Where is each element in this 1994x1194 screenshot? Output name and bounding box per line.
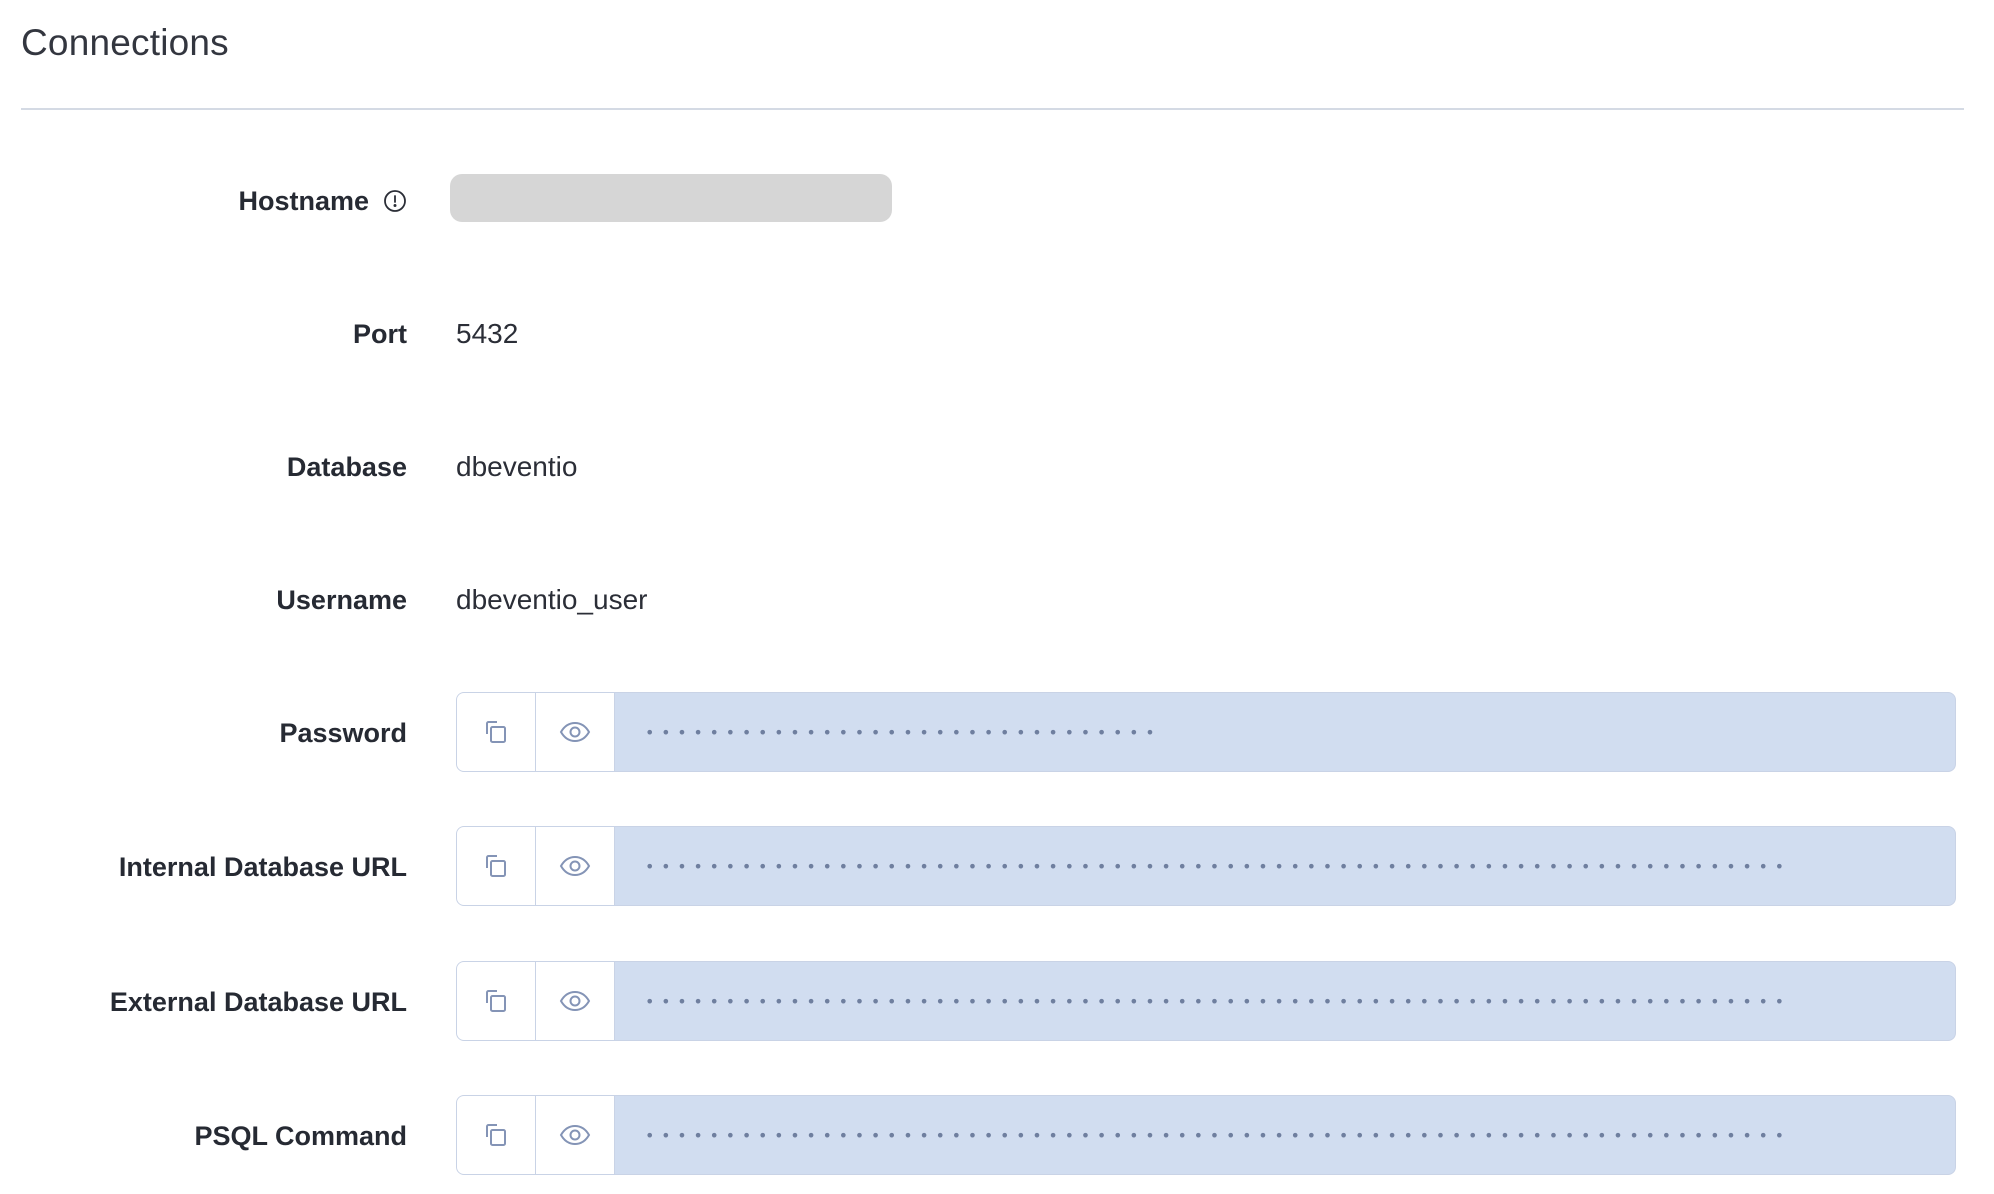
password-secret-field: •••••••••••••••••••••••••••••••• bbox=[456, 692, 1956, 772]
copy-icon bbox=[486, 990, 506, 1012]
psql-command-row: PSQL Command •••••••••••••••••••••••••••… bbox=[0, 1095, 1994, 1177]
external-url-masked-value: ••••••••••••••••••••••••••••••••••••••••… bbox=[645, 991, 1791, 1011]
eye-icon bbox=[559, 721, 591, 743]
copy-icon bbox=[486, 1124, 506, 1146]
eye-icon bbox=[559, 1124, 591, 1146]
hostname-label: Hostname bbox=[238, 160, 407, 242]
copy-icon bbox=[486, 721, 506, 743]
external-url-reveal-button[interactable] bbox=[536, 962, 615, 1040]
psql-command-reveal-button[interactable] bbox=[536, 1096, 615, 1174]
database-label: Database bbox=[286, 451, 407, 482]
username-row: Username dbeventio_user bbox=[0, 559, 1994, 641]
psql-command-copy-button[interactable] bbox=[457, 1096, 536, 1174]
password-copy-button[interactable] bbox=[457, 693, 536, 771]
port-label: Port bbox=[353, 318, 407, 349]
psql-command-label: PSQL Command bbox=[194, 1120, 407, 1151]
hostname-row: Hostname bbox=[0, 160, 1994, 242]
section-header: Connections bbox=[21, 0, 1964, 110]
eye-icon bbox=[559, 855, 591, 877]
external-url-secret-field: ••••••••••••••••••••••••••••••••••••••••… bbox=[456, 961, 1956, 1041]
section-title: Connections bbox=[21, 22, 229, 63]
password-masked-value: •••••••••••••••••••••••••••••••• bbox=[645, 722, 1162, 742]
external-url-copy-button[interactable] bbox=[457, 962, 536, 1040]
password-reveal-button[interactable] bbox=[536, 693, 615, 771]
copy-icon bbox=[486, 855, 506, 877]
internal-url-masked-value: ••••••••••••••••••••••••••••••••••••••••… bbox=[645, 856, 1791, 876]
port-value: 5432 bbox=[456, 318, 519, 349]
port-row: Port 5432 bbox=[0, 293, 1994, 375]
external-url-label: External Database URL bbox=[109, 986, 407, 1017]
password-label: Password bbox=[279, 717, 407, 748]
internal-url-secret-field: ••••••••••••••••••••••••••••••••••••••••… bbox=[456, 826, 1956, 906]
external-url-row: External Database URL ••••••••••••••••••… bbox=[0, 961, 1994, 1043]
eye-icon bbox=[559, 990, 591, 1012]
internal-url-reveal-button[interactable] bbox=[536, 827, 615, 905]
internal-url-copy-button[interactable] bbox=[457, 827, 536, 905]
info-circle-icon[interactable] bbox=[383, 189, 407, 213]
internal-url-label: Internal Database URL bbox=[118, 851, 407, 882]
internal-url-row: Internal Database URL ••••••••••••••••••… bbox=[0, 826, 1994, 908]
database-value: dbeventio bbox=[456, 451, 578, 482]
username-label: Username bbox=[276, 584, 407, 615]
hostname-redacted-value bbox=[450, 174, 892, 222]
username-value: dbeventio_user bbox=[456, 584, 648, 615]
database-row: Database dbeventio bbox=[0, 426, 1994, 508]
psql-command-masked-value: ••••••••••••••••••••••••••••••••••••••••… bbox=[645, 1125, 1791, 1145]
password-row: Password •••••••••••••••••••••••••••••••… bbox=[0, 692, 1994, 774]
psql-command-secret-field: ••••••••••••••••••••••••••••••••••••••••… bbox=[456, 1095, 1956, 1175]
